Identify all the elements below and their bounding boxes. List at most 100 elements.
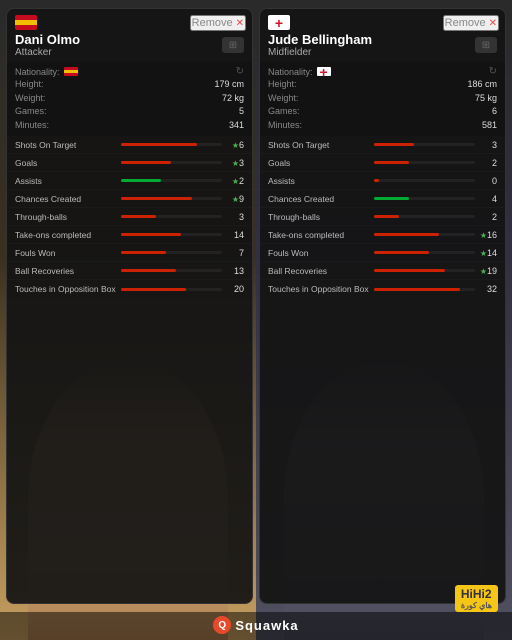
bio-weight-left: Weight: 72 kg: [15, 92, 244, 106]
stat-bar-fill: [374, 215, 399, 218]
stat-row: Chances Created 4: [260, 190, 505, 208]
bio-height-left: Height: 179 cm: [15, 78, 244, 92]
stat-value: 0: [479, 176, 497, 186]
stat-bar: [121, 251, 223, 254]
bio-weight-right: Weight: 75 kg: [268, 92, 497, 106]
stat-row: Ball Recoveries ★19: [260, 262, 505, 280]
stat-value: ★6: [226, 140, 244, 150]
stat-label: Assists: [15, 176, 117, 186]
bio-minutes-left: Minutes: 341: [15, 119, 244, 133]
stat-bar: [374, 143, 476, 146]
bio-stats-left: Nationality: ↻ Height: 179 cm Weight: 72…: [7, 62, 252, 136]
stat-bar: [121, 269, 223, 272]
stat-label: Shots On Target: [268, 140, 370, 150]
flag-england: [268, 15, 290, 30]
hihi-main: HiHi2: [461, 587, 492, 601]
stat-bar: [374, 251, 476, 254]
card-icon-right: [475, 37, 497, 53]
stat-row: Shots On Target 3: [260, 136, 505, 154]
stat-bar-fill: [374, 251, 430, 254]
stat-row: Through-balls 3: [7, 208, 252, 226]
stat-label: Ball Recoveries: [15, 266, 117, 276]
bio-games-left: Games: 5: [15, 105, 244, 119]
stats-rows-right: Shots On Target 3 Goals 2 Assists 0 Chan…: [260, 136, 505, 298]
stat-value: ★16: [479, 230, 497, 240]
stat-row: Chances Created ★9: [7, 190, 252, 208]
card-icon-left: [222, 37, 244, 53]
footer-bar: Squawka: [0, 612, 512, 640]
hihi-sub: هاي كورة: [461, 601, 492, 610]
stat-bar-fill: [374, 197, 410, 200]
stat-bar: [121, 288, 223, 291]
stat-value: ★19: [479, 266, 497, 276]
stat-label: Through-balls: [15, 212, 117, 222]
card-header-right: Remove Jude Bellingham Midfielder: [260, 9, 505, 62]
stat-row: Assists ★2: [7, 172, 252, 190]
player-name-left: Dani Olmo: [15, 32, 244, 47]
stat-bar-fill: [121, 179, 162, 182]
stat-bar: [121, 161, 223, 164]
stat-value: 2: [479, 158, 497, 168]
stat-value: ★9: [226, 194, 244, 204]
stat-bar: [374, 269, 476, 272]
stat-label: Through-balls: [268, 212, 370, 222]
stat-label: Take-ons completed: [15, 230, 117, 240]
star-icon: ★: [480, 249, 487, 258]
star-icon: ★: [480, 231, 487, 240]
refresh-icon-left: ↻: [236, 66, 244, 77]
stat-bar: [121, 233, 223, 236]
stat-row: Touches in Opposition Box 20: [7, 280, 252, 298]
stat-label: Touches in Opposition Box: [268, 284, 370, 294]
stat-label: Fouls Won: [268, 248, 370, 258]
bio-stats-right: Nationality: ↻ Height: 186 cm Weight: 75…: [260, 62, 505, 136]
card-header-left: Remove Dani Olmo Attacker: [7, 9, 252, 62]
stat-row: Assists 0: [260, 172, 505, 190]
player-card-right: Remove Jude Bellingham Midfielder Nation…: [259, 8, 506, 604]
stat-bar-fill: [121, 288, 187, 291]
stat-value: 20: [226, 284, 244, 294]
stat-bar: [121, 143, 223, 146]
stat-label: Ball Recoveries: [268, 266, 370, 276]
stat-value: 4: [479, 194, 497, 204]
stat-bar-fill: [121, 233, 182, 236]
stat-bar: [374, 288, 476, 291]
player-card-left: Remove Dani Olmo Attacker Nationality: ↻…: [6, 8, 253, 604]
stat-bar-fill: [121, 215, 157, 218]
stat-row: Goals 2: [260, 154, 505, 172]
nationality-flag-left: [64, 67, 78, 76]
stat-value: 14: [226, 230, 244, 240]
stat-label: Goals: [268, 158, 370, 168]
stat-bar-fill: [121, 251, 167, 254]
nationality-label-left: Nationality:: [15, 67, 60, 77]
stat-label: Fouls Won: [15, 248, 117, 258]
bio-games-right: Games: 6: [268, 105, 497, 119]
stat-value: 2: [479, 212, 497, 222]
stat-bar-fill: [374, 288, 460, 291]
remove-button-left[interactable]: Remove: [190, 15, 246, 31]
stat-bar-fill: [374, 161, 410, 164]
nationality-flag-right: [317, 67, 331, 76]
stat-row: Ball Recoveries 13: [7, 262, 252, 280]
stat-bar-fill: [121, 143, 197, 146]
stat-bar: [121, 179, 223, 182]
stat-row: Take-ons completed ★16: [260, 226, 505, 244]
stat-bar-fill: [374, 269, 445, 272]
stat-bar: [121, 197, 223, 200]
squawka-text: Squawka: [235, 618, 298, 633]
player-position-left: Attacker: [15, 47, 244, 58]
hihi-badge: HiHi2 هاي كورة: [455, 585, 498, 612]
star-icon: ★: [232, 159, 239, 168]
stat-label: Touches in Opposition Box: [15, 284, 117, 294]
flag-spain: [15, 15, 37, 30]
stat-label: Assists: [268, 176, 370, 186]
stat-bar: [121, 215, 223, 218]
remove-button-right[interactable]: Remove: [443, 15, 499, 31]
stat-bar: [374, 233, 476, 236]
stat-bar-fill: [374, 233, 440, 236]
stat-value: 32: [479, 284, 497, 294]
star-icon: ★: [232, 195, 239, 204]
stat-value: 13: [226, 266, 244, 276]
player-position-right: Midfielder: [268, 47, 497, 58]
nationality-label-right: Nationality:: [268, 67, 313, 77]
stat-label: Take-ons completed: [268, 230, 370, 240]
